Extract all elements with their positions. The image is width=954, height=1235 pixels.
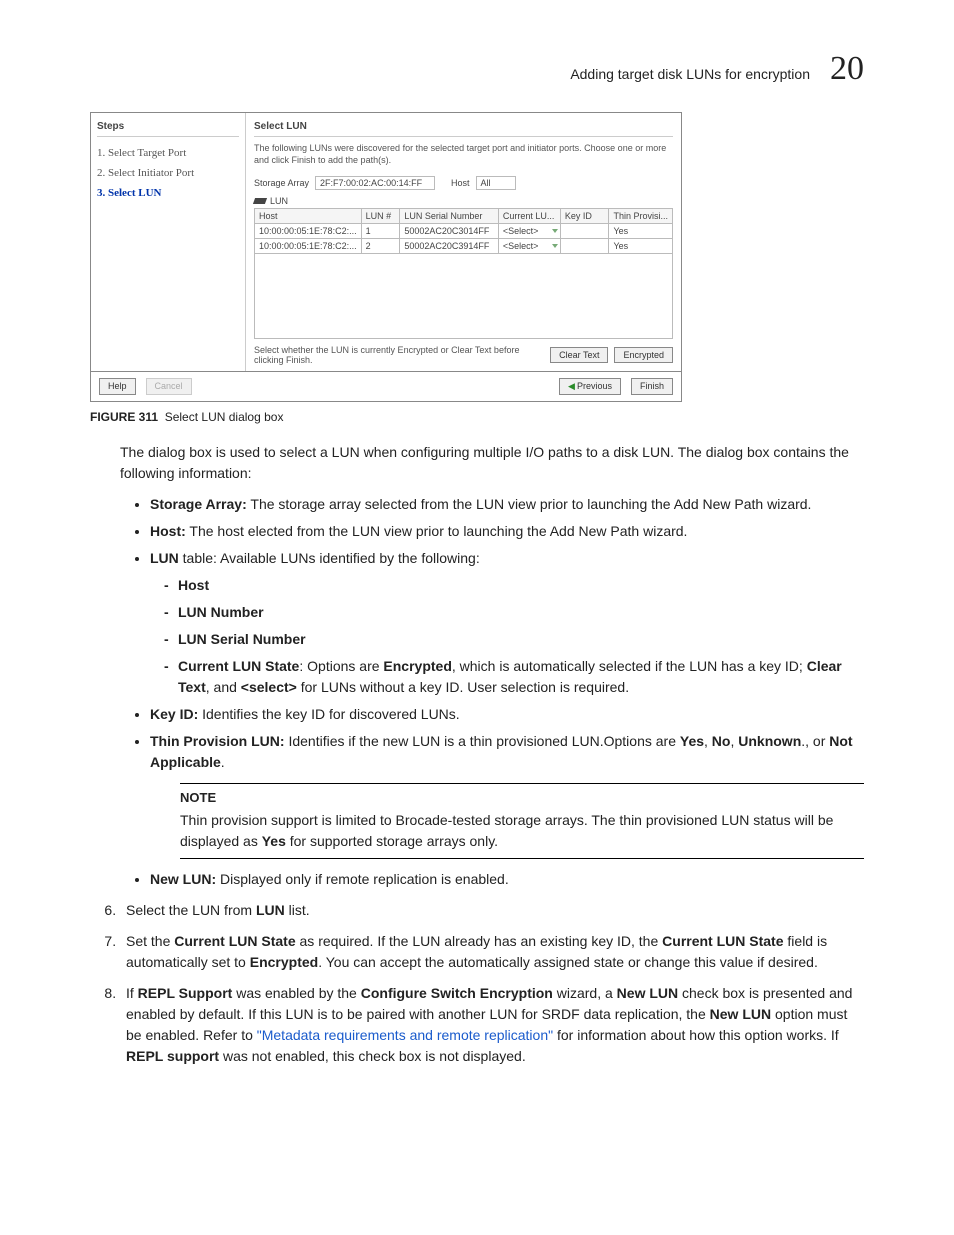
col-host: Host bbox=[255, 209, 362, 224]
col-key: Key ID bbox=[560, 209, 609, 224]
state-select[interactable]: <Select> bbox=[498, 224, 560, 239]
host-label: Host bbox=[451, 178, 470, 188]
list-item: Key ID: Identifies the key ID for discov… bbox=[150, 704, 864, 725]
step-7: Set the Current LUN State as required. I… bbox=[120, 931, 864, 973]
list-item: LUN Serial Number bbox=[178, 629, 864, 650]
page-header-title: Adding target disk LUNs for encryption bbox=[570, 66, 810, 82]
dialog-steps-pane: Steps 1. Select Target Port 2. Select In… bbox=[91, 113, 246, 371]
chapter-number: 20 bbox=[830, 50, 864, 88]
previous-button[interactable]: ◀Previous bbox=[559, 378, 621, 395]
clear-text-button[interactable]: Clear Text bbox=[550, 347, 608, 363]
storage-array-label: Storage Array bbox=[254, 178, 309, 188]
previous-arrow-icon: ◀ bbox=[568, 381, 575, 391]
cancel-button[interactable]: Cancel bbox=[146, 378, 192, 395]
list-item: Storage Array: The storage array selecte… bbox=[150, 494, 864, 515]
help-button[interactable]: Help bbox=[99, 378, 136, 395]
dialog-content-title: Select LUN bbox=[254, 121, 673, 137]
lun-table[interactable]: Host LUN # LUN Serial Number Current LU.… bbox=[254, 208, 673, 339]
figure-dialog: Steps 1. Select Target Port 2. Select In… bbox=[90, 112, 864, 402]
list-item: New LUN: Displayed only if remote replic… bbox=[150, 869, 864, 890]
table-row[interactable]: 10:00:00:05:1E:78:C2:... 1 50002AC20C301… bbox=[255, 224, 673, 239]
list-item: LUN table: Available LUNs identified by … bbox=[150, 548, 864, 698]
col-lun: LUN # bbox=[361, 209, 400, 224]
encrypted-button[interactable]: Encrypted bbox=[614, 347, 673, 363]
step-8: If REPL Support was enabled by the Confi… bbox=[120, 983, 864, 1067]
metadata-link[interactable]: "Metadata requirements and remote replic… bbox=[257, 1027, 553, 1043]
list-item: Host: The host elected from the LUN view… bbox=[150, 521, 864, 542]
finish-button[interactable]: Finish bbox=[631, 378, 673, 395]
state-select[interactable]: <Select> bbox=[498, 239, 560, 254]
col-state: Current LU... bbox=[498, 209, 560, 224]
list-item: Host bbox=[178, 575, 864, 596]
dialog-description: The following LUNs were discovered for t… bbox=[254, 143, 673, 166]
step-3: 3. Select LUN bbox=[97, 187, 239, 199]
list-item: Current LUN State: Options are Encrypted… bbox=[178, 656, 864, 698]
storage-array-value: 2F:F7:00:02:AC:00:14:FF bbox=[315, 176, 435, 190]
steps-title: Steps bbox=[97, 121, 239, 137]
step-1: 1. Select Target Port bbox=[97, 147, 239, 159]
note-block: NOTE Thin provision support is limited t… bbox=[180, 783, 864, 859]
host-value: All bbox=[476, 176, 516, 190]
intro-paragraph: The dialog box is used to select a LUN w… bbox=[120, 442, 864, 484]
col-serial: LUN Serial Number bbox=[400, 209, 499, 224]
list-item: LUN Number bbox=[178, 602, 864, 623]
step-2: 2. Select Initiator Port bbox=[97, 167, 239, 179]
step-6: Select the LUN from LUN list. bbox=[120, 900, 864, 921]
table-row[interactable]: 10:00:00:05:1E:78:C2:... 2 50002AC20C391… bbox=[255, 239, 673, 254]
figure-caption: FIGURE 311 Select LUN dialog box bbox=[90, 410, 864, 424]
col-thin: Thin Provisi... bbox=[609, 209, 673, 224]
lun-heading: LUN bbox=[270, 196, 288, 206]
list-item: Thin Provision LUN: Identifies if the ne… bbox=[150, 731, 864, 859]
lun-icon bbox=[253, 198, 267, 204]
bottom-instruction: Select whether the LUN is currently Encr… bbox=[254, 345, 544, 365]
